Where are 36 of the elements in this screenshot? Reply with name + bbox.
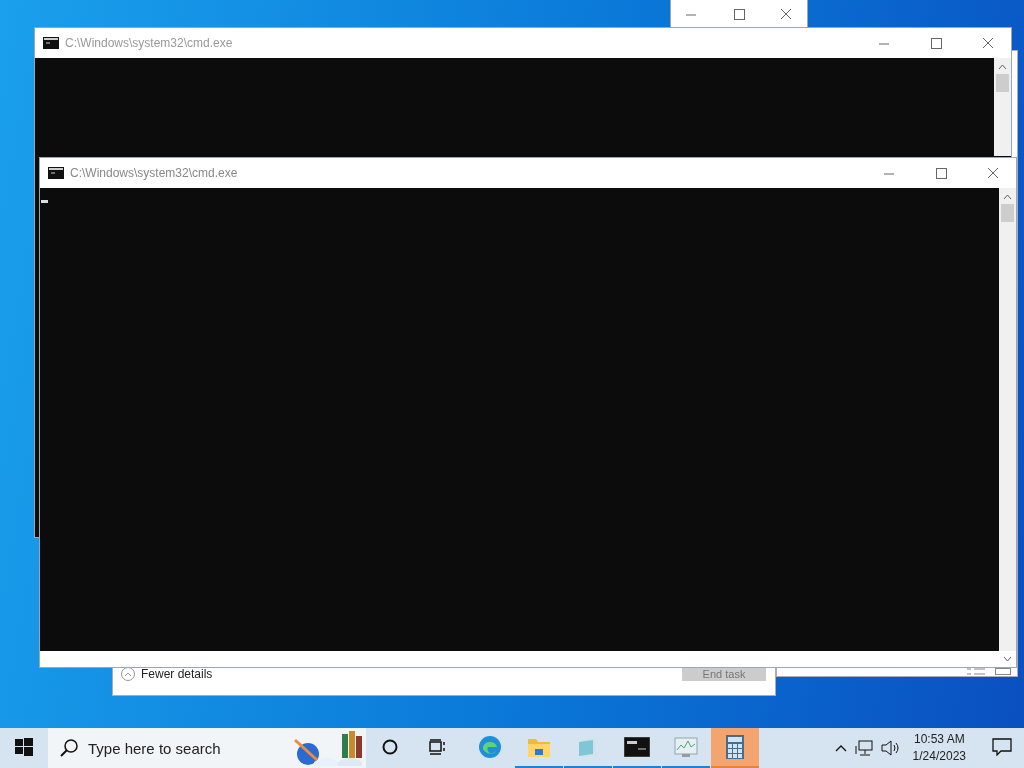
search-field[interactable]: Type here to search xyxy=(48,728,366,768)
browser-icon xyxy=(478,735,502,759)
window-title: C:\Windows\system32\cmd.exe xyxy=(65,36,234,50)
scrollbar[interactable] xyxy=(999,188,1016,651)
calculator-icon xyxy=(726,735,744,759)
task-view-icon xyxy=(429,739,447,755)
window-title: C:\Windows\system32\cmd.exe xyxy=(70,166,239,180)
terminal-icon xyxy=(624,737,650,757)
close-icon[interactable] xyxy=(987,167,999,179)
circle-icon xyxy=(382,739,398,755)
scroll-thumb[interactable] xyxy=(1001,204,1014,222)
notepad-icon xyxy=(577,736,599,758)
collapse-icon[interactable] xyxy=(121,667,135,681)
maximize-icon[interactable] xyxy=(935,167,947,179)
maximize-icon[interactable] xyxy=(733,8,745,20)
windows-logo-icon xyxy=(15,738,33,756)
folder-icon xyxy=(527,736,551,758)
grid-view-icon[interactable] xyxy=(995,668,1011,675)
maximize-icon[interactable] xyxy=(930,37,942,49)
chart-monitor-icon xyxy=(674,737,698,757)
console-icon xyxy=(43,37,59,49)
volume-icon[interactable] xyxy=(880,740,899,756)
close-icon[interactable] xyxy=(780,8,793,20)
search-icon xyxy=(60,739,78,757)
scrollbar[interactable] xyxy=(994,58,1011,156)
network-icon[interactable] xyxy=(854,740,873,756)
close-icon[interactable] xyxy=(982,37,994,49)
scroll-thumb[interactable] xyxy=(996,74,1009,92)
chevron-up-icon[interactable] xyxy=(834,744,847,752)
console-icon xyxy=(48,167,64,179)
scroll-down-icon[interactable] xyxy=(1003,656,1012,662)
clock[interactable]: 10:53 AM 1/24/2023 xyxy=(906,731,972,765)
notification-icon xyxy=(992,738,1012,756)
scroll-up-icon[interactable] xyxy=(998,64,1007,70)
fewer-details-link[interactable]: Fewer details xyxy=(141,667,676,681)
scroll-up-icon[interactable] xyxy=(1003,194,1012,200)
